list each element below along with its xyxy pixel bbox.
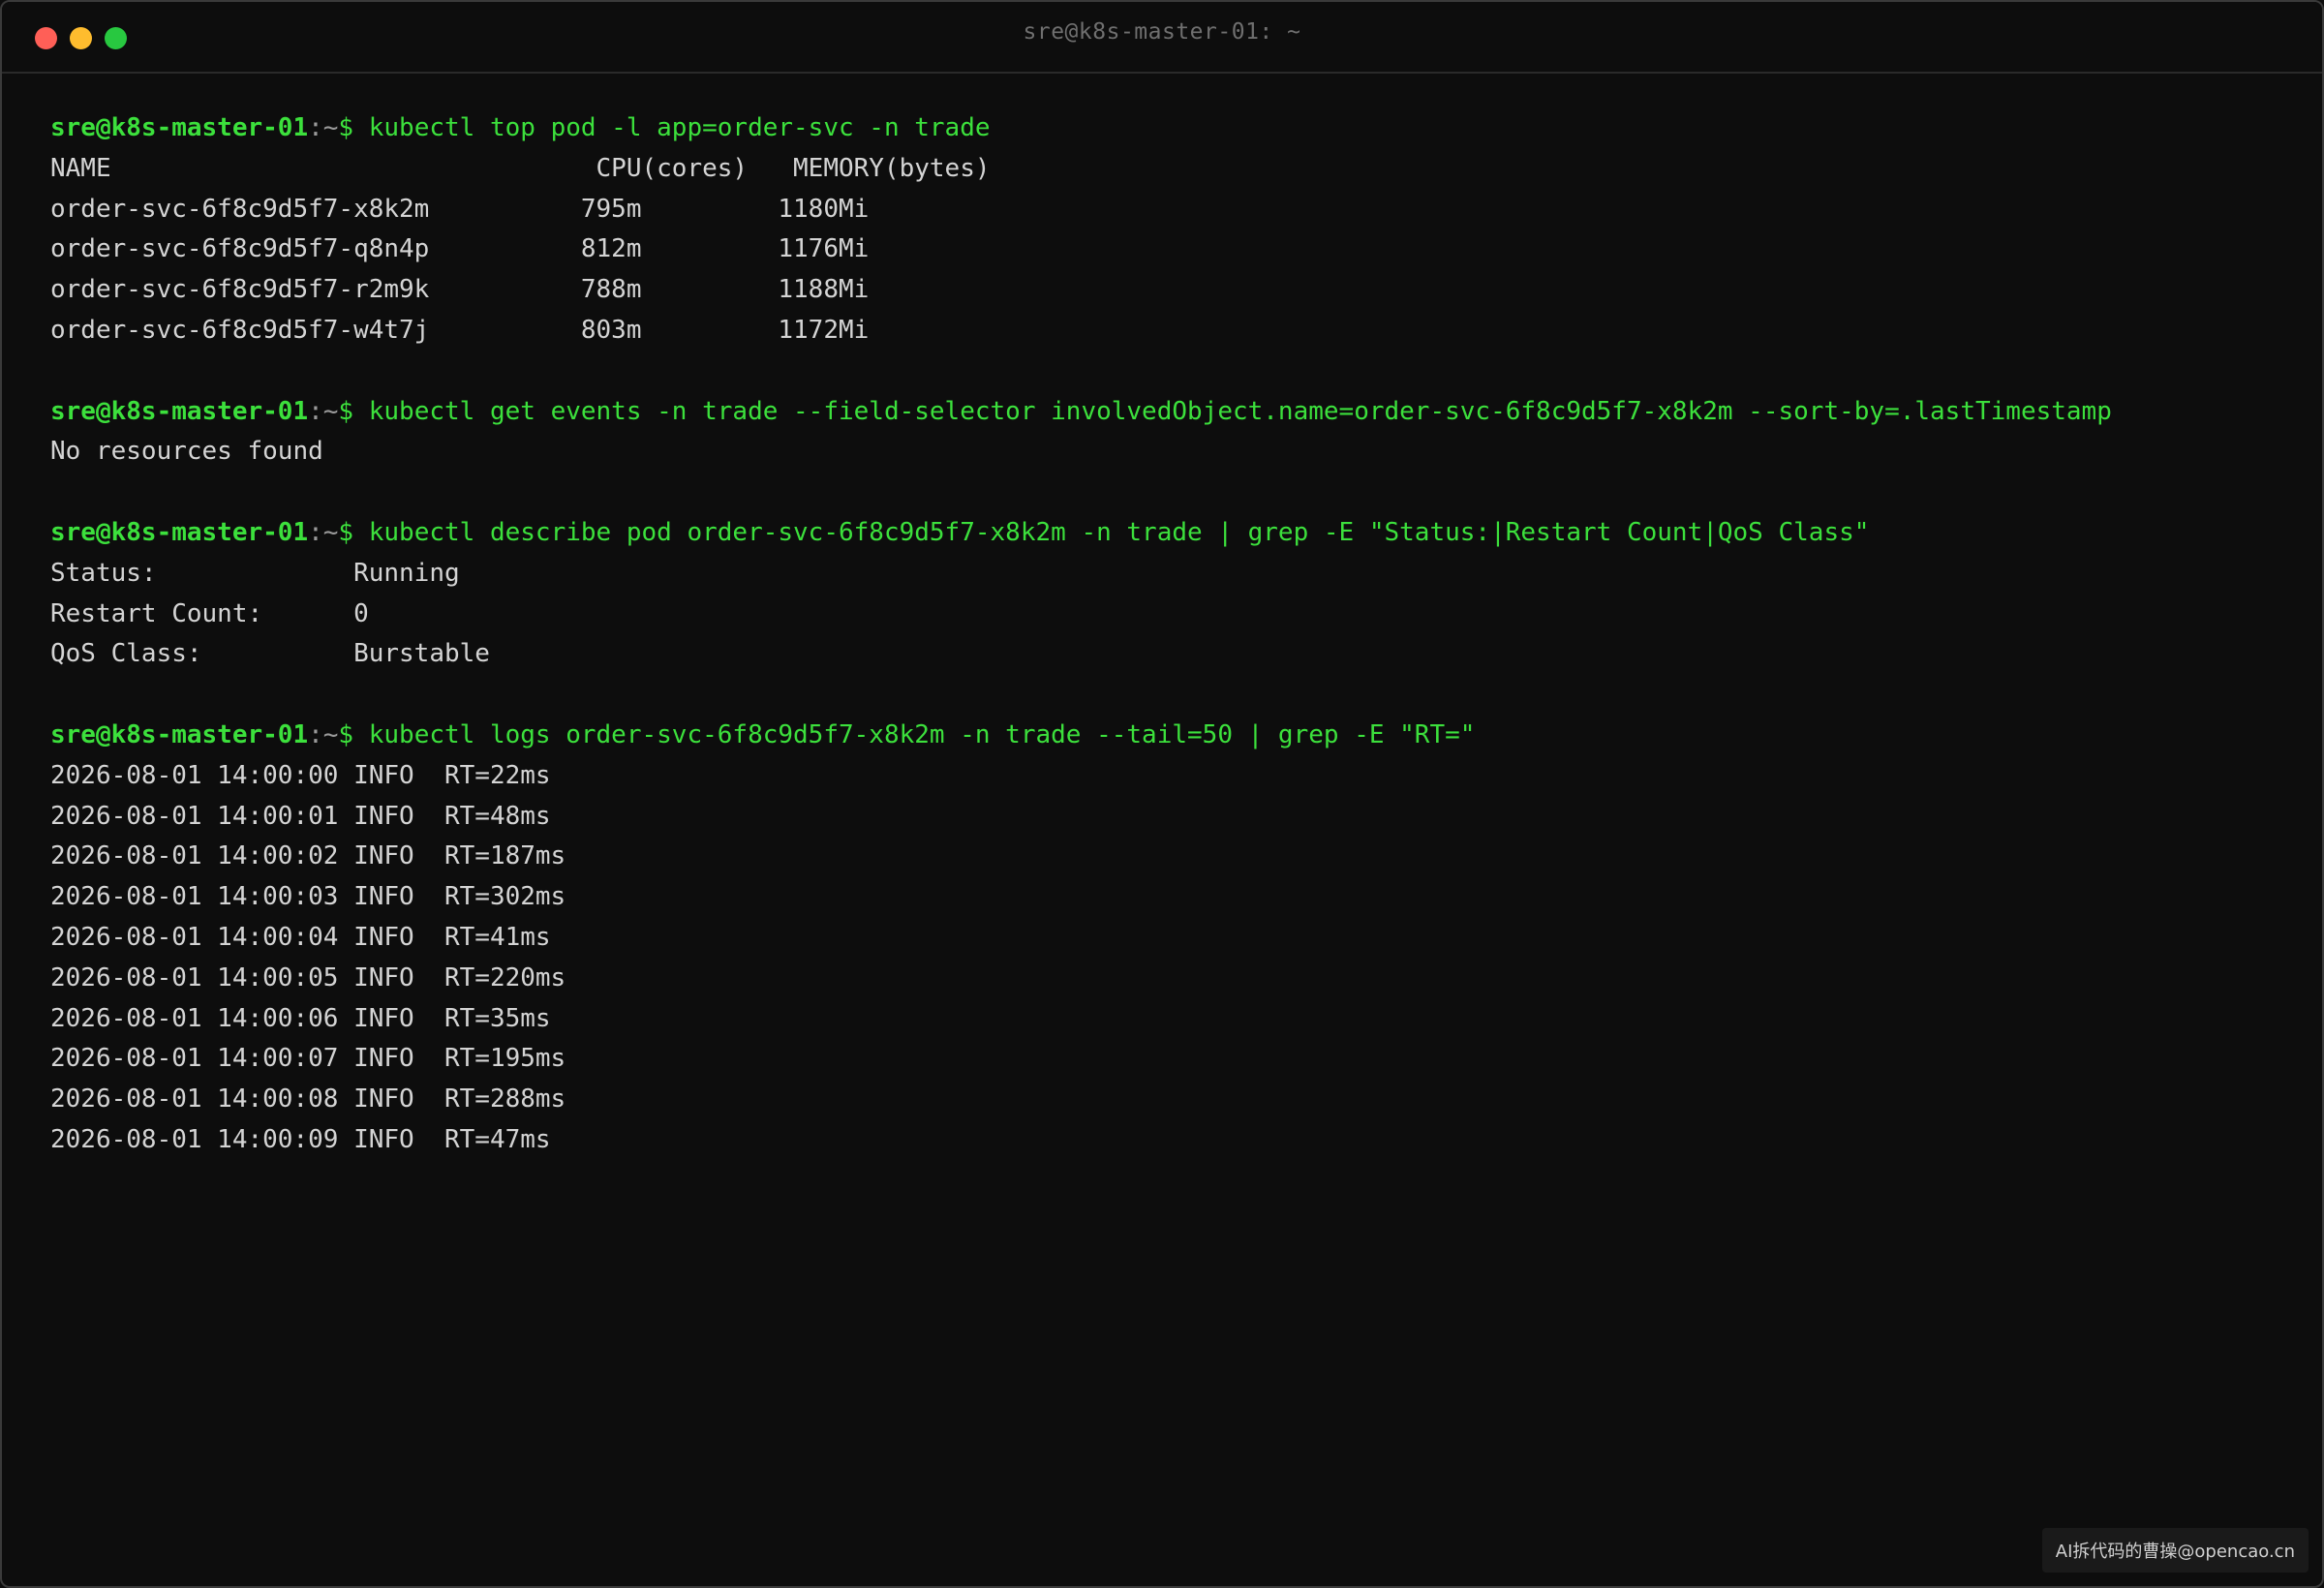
command-text: kubectl logs order-svc-6f8c9d5f7-x8k2m -… <box>353 719 1476 749</box>
window-title: sre@k8s-master-01: ~ <box>1023 19 1301 45</box>
output-line: order-svc-6f8c9d5f7-r2m9k 788m 1188Mi <box>50 275 870 305</box>
title-bar: sre@k8s-master-01: ~ <box>2 2 2322 74</box>
prompt-line: sre@k8s-master-01:~$ kubectl logs order-… <box>50 716 2303 756</box>
prompt-symbol: $ <box>338 719 354 749</box>
prompt-line: sre@k8s-master-01:~$ kubectl describe po… <box>50 513 2303 554</box>
prompt-user-host: sre@k8s-master-01 <box>50 113 309 142</box>
prompt-cwd: :~ <box>308 396 339 426</box>
command-text: kubectl get events -n trade --field-sele… <box>353 396 2112 426</box>
output-line: QoS Class: Burstable <box>50 639 490 669</box>
prompt-line: sre@k8s-master-01:~$ kubectl top pod -l … <box>50 108 2303 149</box>
prompt-user-host: sre@k8s-master-01 <box>50 396 309 426</box>
output-line: order-svc-6f8c9d5f7-q8n4p 812m 1176Mi <box>50 234 870 264</box>
prompt-cwd: :~ <box>308 517 339 547</box>
output-line: order-svc-6f8c9d5f7-x8k2m 795m 1180Mi <box>50 194 870 224</box>
output-line: 2026-08-01 14:00:03 INFO RT=302ms <box>50 882 566 912</box>
prompt-symbol: $ <box>338 113 354 142</box>
watermark: AI拆代码的曹操@opencao.cn <box>2041 1528 2309 1573</box>
prompt-symbol: $ <box>338 396 354 426</box>
output-line: 2026-08-01 14:00:01 INFO RT=48ms <box>50 801 551 831</box>
terminal-output[interactable]: sre@k8s-master-01:~$ kubectl top pod -l … <box>50 108 2303 1161</box>
prompt-cwd: :~ <box>308 719 339 749</box>
command-text: kubectl describe pod order-svc-6f8c9d5f7… <box>353 517 1870 547</box>
prompt-line: sre@k8s-master-01:~$ kubectl get events … <box>50 392 2303 433</box>
output-line: Status: Running <box>50 558 460 588</box>
output-line: 2026-08-01 14:00:02 INFO RT=187ms <box>50 841 566 871</box>
output-line: 2026-08-01 14:00:05 INFO RT=220ms <box>50 962 566 992</box>
output-line: NAME CPU(cores) MEMORY(bytes) <box>50 153 991 183</box>
terminal-window: sre@k8s-master-01: ~ sre@k8s-master-01:~… <box>0 0 2324 1588</box>
prompt-user-host: sre@k8s-master-01 <box>50 719 309 749</box>
output-line: 2026-08-01 14:00:07 INFO RT=195ms <box>50 1044 566 1074</box>
prompt-symbol: $ <box>338 517 354 547</box>
output-line: 2026-08-01 14:00:00 INFO RT=22ms <box>50 760 551 790</box>
output-line: 2026-08-01 14:00:08 INFO RT=288ms <box>50 1084 566 1115</box>
output-line: Restart Count: 0 <box>50 598 369 628</box>
output-line: 2026-08-01 14:00:09 INFO RT=47ms <box>50 1124 551 1154</box>
output-line: No resources found <box>50 437 323 467</box>
output-line: 2026-08-01 14:00:06 INFO RT=35ms <box>50 1003 551 1033</box>
command-text: kubectl top pod -l app=order-svc -n trad… <box>353 113 991 142</box>
prompt-cwd: :~ <box>308 113 339 142</box>
output-line: order-svc-6f8c9d5f7-w4t7j 803m 1172Mi <box>50 315 870 345</box>
output-line: 2026-08-01 14:00:04 INFO RT=41ms <box>50 922 551 952</box>
prompt-user-host: sre@k8s-master-01 <box>50 517 309 547</box>
